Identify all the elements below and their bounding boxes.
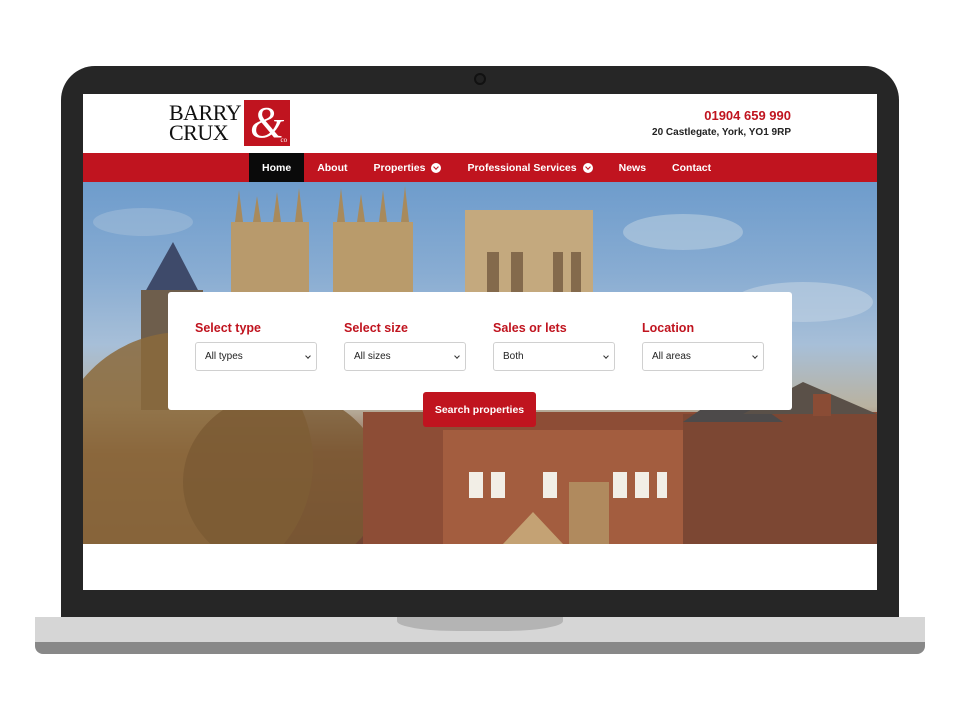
laptop-notch bbox=[397, 617, 563, 631]
site-header: BARRY CRUX & co 01904 659 990 20 Castleg… bbox=[83, 94, 877, 153]
nav-label: Home bbox=[262, 161, 292, 174]
type-select[interactable]: All types bbox=[195, 342, 317, 371]
nav-item-contact[interactable]: Contact bbox=[659, 153, 724, 182]
nav-item-news[interactable]: News bbox=[606, 153, 659, 182]
main-nav: Home About Properties Professional Servi… bbox=[83, 153, 877, 182]
sales-or-lets-select[interactable]: Both bbox=[493, 342, 615, 371]
search-properties-button[interactable]: Search properties bbox=[423, 392, 536, 427]
laptop-base-bottom bbox=[35, 642, 925, 654]
chevron-down-icon bbox=[454, 352, 460, 359]
nav-item-properties[interactable]: Properties bbox=[361, 153, 455, 182]
office-address: 20 Castlegate, York, YO1 9RP bbox=[652, 127, 791, 138]
chevron-down-icon bbox=[431, 162, 442, 173]
nav-item-about[interactable]: About bbox=[304, 153, 360, 182]
field-location: Location All areas bbox=[642, 321, 764, 371]
chevron-down-icon bbox=[305, 352, 311, 359]
field-label: Select type bbox=[195, 321, 262, 335]
nav-label: News bbox=[618, 161, 647, 174]
select-value: All sizes bbox=[354, 351, 391, 362]
select-value: All areas bbox=[652, 351, 691, 362]
field-label: Sales or lets bbox=[493, 321, 567, 335]
field-select-size: Select size All sizes bbox=[344, 321, 466, 371]
site-logo[interactable]: BARRY CRUX & co bbox=[169, 98, 291, 147]
nav-label: Professional Services bbox=[467, 161, 577, 174]
field-label: Location bbox=[642, 321, 695, 335]
logo-co: co bbox=[280, 136, 288, 144]
field-select-type: Select type All types bbox=[195, 321, 317, 371]
nav-label: Properties bbox=[373, 161, 426, 174]
select-value: All types bbox=[205, 351, 243, 362]
phone-number[interactable]: 01904 659 990 bbox=[652, 108, 791, 124]
nav-label: About bbox=[317, 161, 348, 174]
chevron-down-icon bbox=[582, 162, 593, 173]
chevron-down-icon bbox=[752, 352, 758, 359]
location-select[interactable]: All areas bbox=[642, 342, 764, 371]
logo-line-2: CRUX bbox=[169, 120, 229, 145]
logo-wordmark: BARRY CRUX bbox=[169, 102, 242, 145]
nav-item-home[interactable]: Home bbox=[249, 153, 305, 182]
size-select[interactable]: All sizes bbox=[344, 342, 466, 371]
camera-icon bbox=[474, 73, 486, 85]
chevron-down-icon bbox=[603, 352, 609, 359]
field-sales-or-lets: Sales or lets Both bbox=[493, 321, 615, 371]
nav-item-professional-services[interactable]: Professional Services bbox=[454, 153, 605, 182]
laptop-mockup: BARRY CRUX & co 01904 659 990 20 Castleg… bbox=[0, 0, 960, 720]
website-screen: BARRY CRUX & co 01904 659 990 20 Castleg… bbox=[83, 94, 877, 590]
logo-ampersand: & bbox=[249, 98, 285, 147]
ampersand-logo-icon: & co bbox=[244, 98, 291, 147]
header-contact: 01904 659 990 20 Castlegate, York, YO1 9… bbox=[652, 108, 791, 140]
field-label: Select size bbox=[344, 321, 408, 335]
nav-label: Contact bbox=[672, 161, 712, 174]
select-value: Both bbox=[503, 351, 524, 362]
